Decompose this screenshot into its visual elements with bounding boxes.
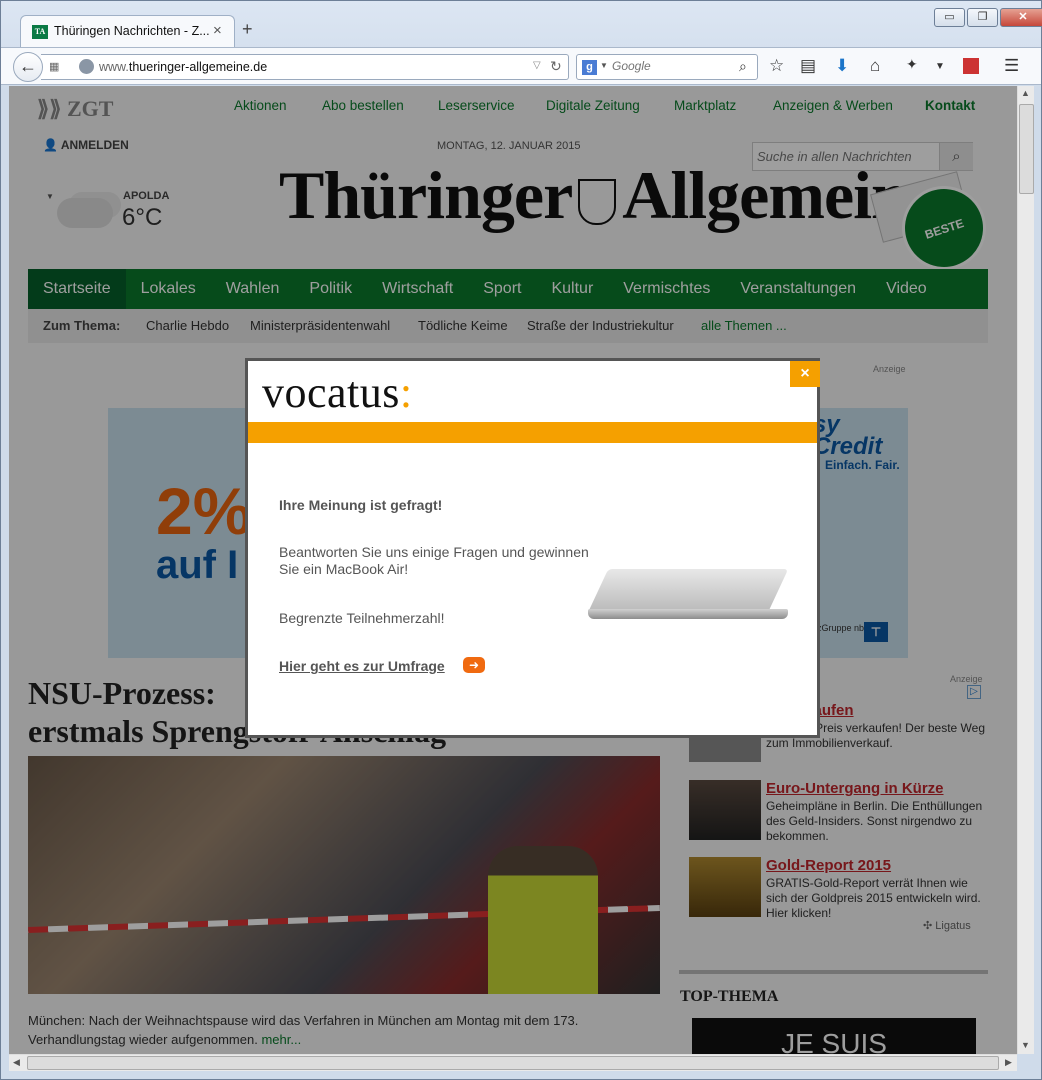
modal-text: Beantworten Sie uns einige Fragen und ge… <box>279 544 589 577</box>
reader-icon[interactable]: ▦ <box>49 60 59 73</box>
home-icon[interactable]: ⌂ <box>870 56 880 76</box>
new-tab-icon[interactable]: + <box>242 19 253 40</box>
modal-limit-text: Begrenzte Teilnehmerzahl! <box>279 610 445 626</box>
addon-icon[interactable]: ✦ <box>906 56 918 73</box>
scrollbar-thumb[interactable] <box>1019 104 1034 194</box>
vertical-scrollbar[interactable]: ▲ ▼ <box>1017 86 1034 1054</box>
search-input[interactable] <box>612 59 732 73</box>
search-box[interactable]: g ▼ ⌕ <box>576 54 758 80</box>
globe-icon <box>79 59 94 74</box>
url-dropdown-icon[interactable]: ▽ <box>533 60 541 71</box>
scroll-right-icon[interactable]: ▶ <box>1005 1057 1012 1068</box>
laptop-screen <box>587 569 789 613</box>
survey-modal: vocatus: × Ihre Meinung ist gefragt! Bea… <box>245 358 820 738</box>
horizontal-scrollbar[interactable]: ◀ ▶ <box>9 1054 1017 1071</box>
back-button[interactable]: ← <box>13 52 43 82</box>
google-icon: g <box>582 60 597 75</box>
menu-icon[interactable]: ☰ <box>1004 56 1019 76</box>
addon-dropdown-icon[interactable]: ▼ <box>935 61 945 72</box>
search-icon[interactable]: ⌕ <box>739 58 747 75</box>
search-engine-dropdown-icon[interactable]: ▼ <box>600 61 608 70</box>
scrollbar-thumb[interactable] <box>27 1056 999 1070</box>
address-bar[interactable]: ▦ www.thueringer-allgemeine.de ▽ ↻ <box>41 54 569 80</box>
arrow-right-icon[interactable]: ➜ <box>463 657 485 673</box>
bookmark-star-icon[interactable]: ☆ <box>769 56 784 76</box>
scroll-left-icon[interactable]: ◀ <box>13 1057 20 1068</box>
modal-close-button[interactable]: × <box>790 361 820 387</box>
survey-link[interactable]: Hier geht es zur Umfrage <box>279 658 445 674</box>
tab-close-icon[interactable]: × <box>213 22 222 39</box>
scroll-down-icon[interactable]: ▼ <box>1021 1040 1030 1050</box>
url-text[interactable]: www.thueringer-allgemeine.de <box>99 60 267 74</box>
close-window-button[interactable]: ✕ <box>1000 8 1042 27</box>
site-favicon-icon: TA <box>32 25 48 39</box>
download-icon[interactable]: ⬇ <box>835 56 849 76</box>
scroll-up-icon[interactable]: ▲ <box>1021 88 1030 98</box>
extension-icon[interactable] <box>963 58 979 74</box>
bookmarks-list-icon[interactable]: ▤ <box>800 56 816 76</box>
minimize-button[interactable]: ▭ <box>934 8 965 27</box>
modal-accent-bar <box>248 422 817 443</box>
laptop-base <box>588 609 788 619</box>
vocatus-logo: vocatus: <box>262 368 413 417</box>
macbook-image <box>587 561 789 631</box>
reload-icon[interactable]: ↻ <box>550 58 562 75</box>
restore-button[interactable]: ❐ <box>967 8 998 27</box>
modal-question: Ihre Meinung ist gefragt! <box>279 497 443 513</box>
tab-title: Thüringen Nachrichten - Z... <box>54 24 210 38</box>
navigation-toolbar: ▦ www.thueringer-allgemeine.de ▽ ↻ ← g ▼… <box>1 47 1041 85</box>
browser-tab[interactable]: TA Thüringen Nachrichten - Z... × <box>20 15 235 47</box>
window-controls: ▭ ❐ ✕ <box>934 8 1042 27</box>
